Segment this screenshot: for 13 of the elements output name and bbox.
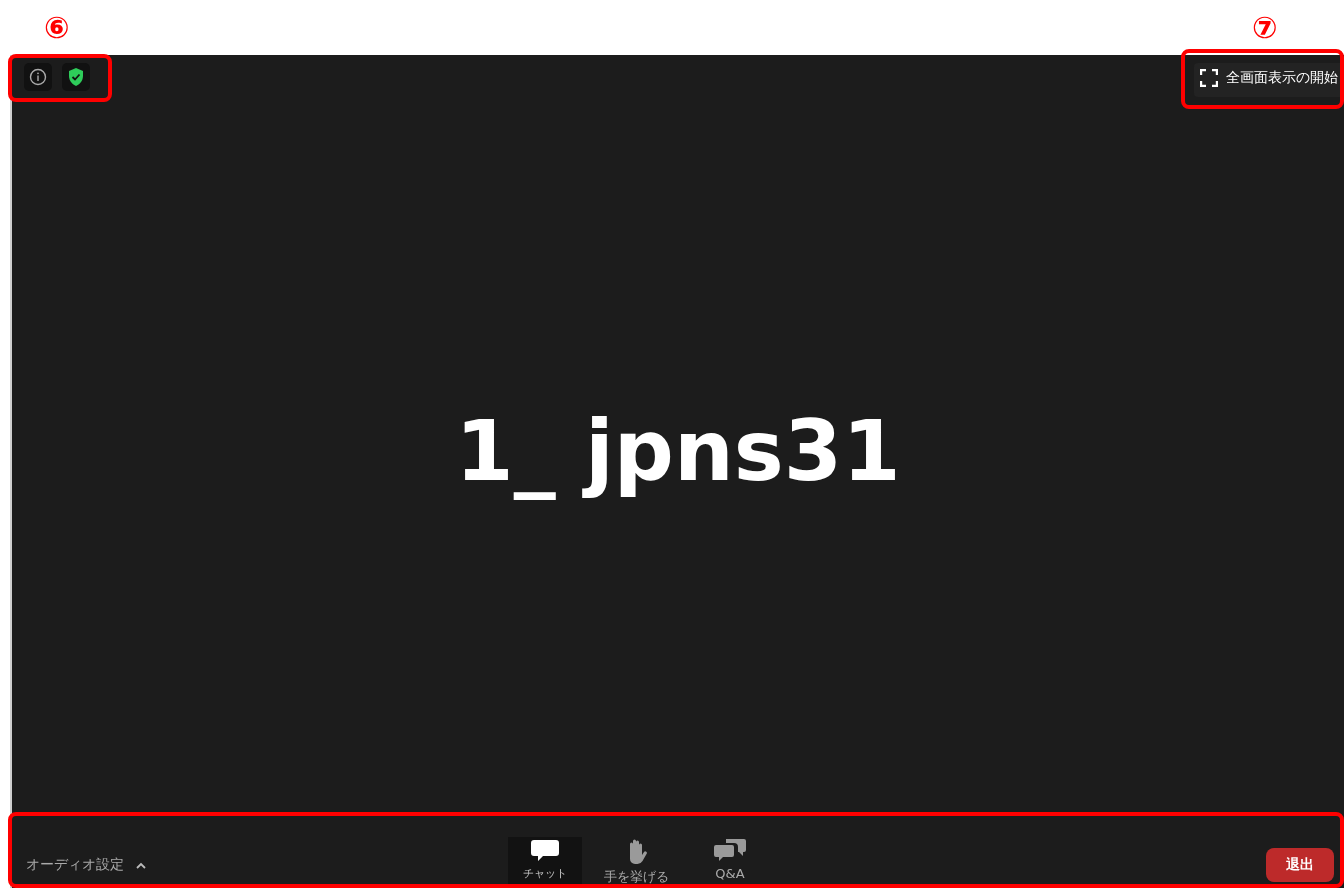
fullscreen-icon	[1200, 69, 1218, 87]
participant-name: 1_ jpns31	[455, 401, 901, 500]
annotation-number: ⑥	[44, 9, 70, 47]
toolbar-button[interactable]: Q&A	[690, 837, 770, 888]
caret-icon	[136, 861, 146, 869]
shield-check-icon[interactable]	[62, 63, 90, 91]
toolbar-button[interactable]: 手を挙げる	[596, 837, 676, 888]
audio-settings-button[interactable]: オーディオ設定	[26, 856, 146, 874]
info-icon[interactable]	[24, 63, 52, 91]
leave-button[interactable]: 退出	[1266, 848, 1334, 882]
speech-bubble-icon	[531, 839, 559, 863]
chat-bubbles-icon	[714, 839, 746, 863]
annotation-number: ⑦	[1252, 9, 1278, 47]
